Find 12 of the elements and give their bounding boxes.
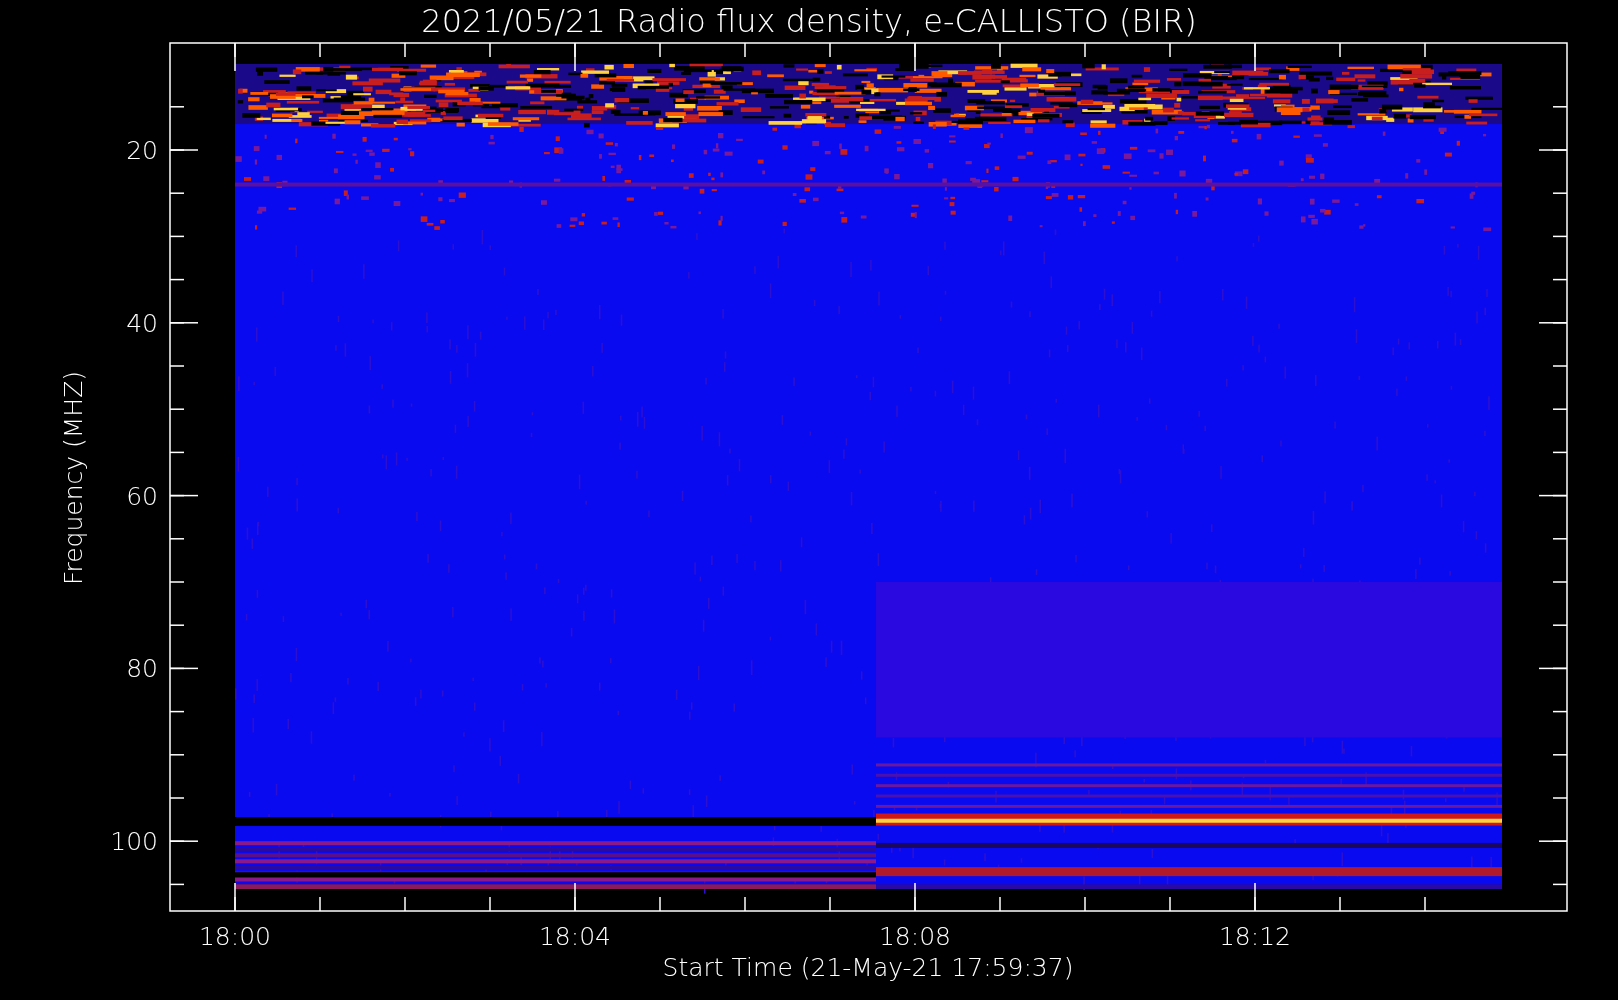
y-tick-label: 40 <box>126 308 158 338</box>
x-tick-label: 18:00 <box>199 922 271 951</box>
x-axis-label: Start Time (21-May-21 17:59:37) <box>662 953 1074 982</box>
x-tick-label: 18:12 <box>1219 922 1291 951</box>
x-tick-label: 18:08 <box>879 922 951 951</box>
y-axis-label: Frequency (MHZ) <box>59 370 88 586</box>
y-tick-label: 20 <box>126 136 158 165</box>
y-tick-label: 60 <box>126 481 158 511</box>
y-tick-label: 100 <box>110 827 158 857</box>
plot-title: 2021/05/21 Radio flux density, e-CALLISTO (BIR) <box>421 2 1197 40</box>
x-tick-label: 18:04 <box>539 922 611 951</box>
y-tick-label: 80 <box>126 654 158 684</box>
